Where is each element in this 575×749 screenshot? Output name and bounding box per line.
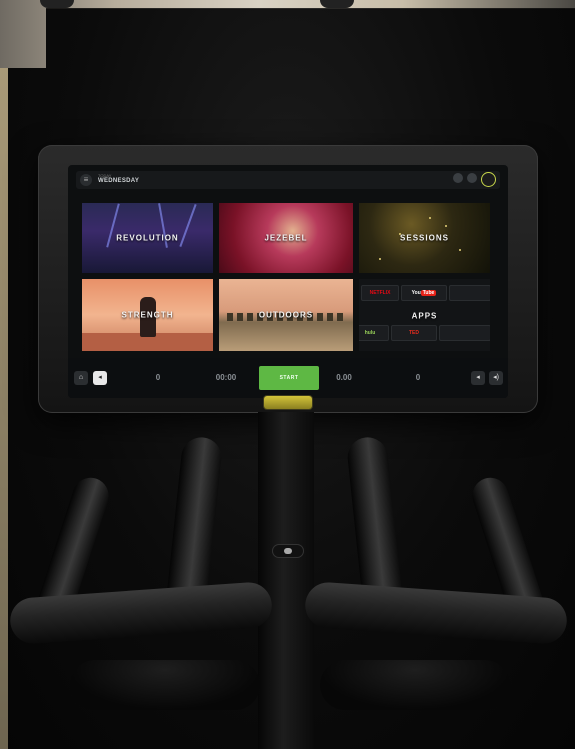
metric-1: 0 [140,367,176,382]
settings-icon[interactable] [467,173,477,183]
metric-3: 0.00 [326,367,362,382]
youtube-you: You [411,290,421,296]
armrest-pad-right [320,660,510,710]
tile-label: SESSIONS [400,233,449,243]
tile-outdoors[interactable]: OUTDOORS [219,279,353,351]
menu-icon[interactable]: ≡ [80,174,92,186]
screen-header: ≡ TODAY WEDNESDAY [76,171,500,189]
metric-value: 0 [415,373,421,382]
metric-value: 0.00 [336,373,352,382]
metric-2: 00:00 [208,367,244,382]
header-day: WEDNESDAY [98,178,140,184]
sparkle [445,225,447,227]
start-button[interactable]: START [259,366,319,390]
metric-value: 00:00 [215,373,237,382]
bike-stem [258,412,314,749]
knob-right [320,0,354,8]
youtube-tube: Tube [420,290,437,296]
tile-jezebel[interactable]: JEZEBEL [219,203,353,273]
app-ted[interactable]: TED [391,325,437,341]
stem-logo [273,545,303,557]
background-photo-edge [0,68,8,749]
home-icon[interactable]: ⌂ [74,371,88,385]
touch-screen: ≡ TODAY WEDNESDAY REVOLUTION JEZEBEL SES… [68,165,508,398]
metric-4: 0 [400,367,436,382]
avatar-icon[interactable] [481,172,496,187]
tile-label: REVOLUTION [116,233,179,243]
knob-left [40,0,74,8]
tile-apps[interactable]: NETFLIX You Tube APPS hulu TED [359,279,490,351]
tile-sessions[interactable]: SESSIONS [359,203,490,273]
volume-icon[interactable]: ◂ [93,371,107,385]
app-netflix[interactable]: NETFLIX [361,285,399,301]
back-icon[interactable]: ◂ [471,371,485,385]
speaker-icon[interactable]: ◂) [489,371,503,385]
app-tile-extra[interactable] [449,285,490,301]
sparkle [379,258,381,260]
tile-strength[interactable]: STRENGTH [82,279,213,351]
app-tile-extra[interactable] [439,325,490,341]
header-icons [453,172,496,187]
tile-revolution[interactable]: REVOLUTION [82,203,213,273]
sparkle [429,217,431,219]
brand-logo-badge [264,396,312,409]
tile-label: JEZEBEL [264,233,308,243]
app-youtube[interactable]: You Tube [401,285,447,301]
armrest-pad-left [70,660,260,710]
tile-label: APPS [411,311,438,321]
tile-label: OUTDOORS [258,310,314,320]
metric-value: 0 [155,373,161,382]
control-bar: ⌂ ◂ 0 00:00 START 0.00 0 ◂ ◂) [68,358,508,398]
tile-label: STRENGTH [121,310,174,320]
app-hulu[interactable]: hulu [359,325,389,341]
notification-icon[interactable] [453,173,463,183]
sparkle [459,249,461,251]
